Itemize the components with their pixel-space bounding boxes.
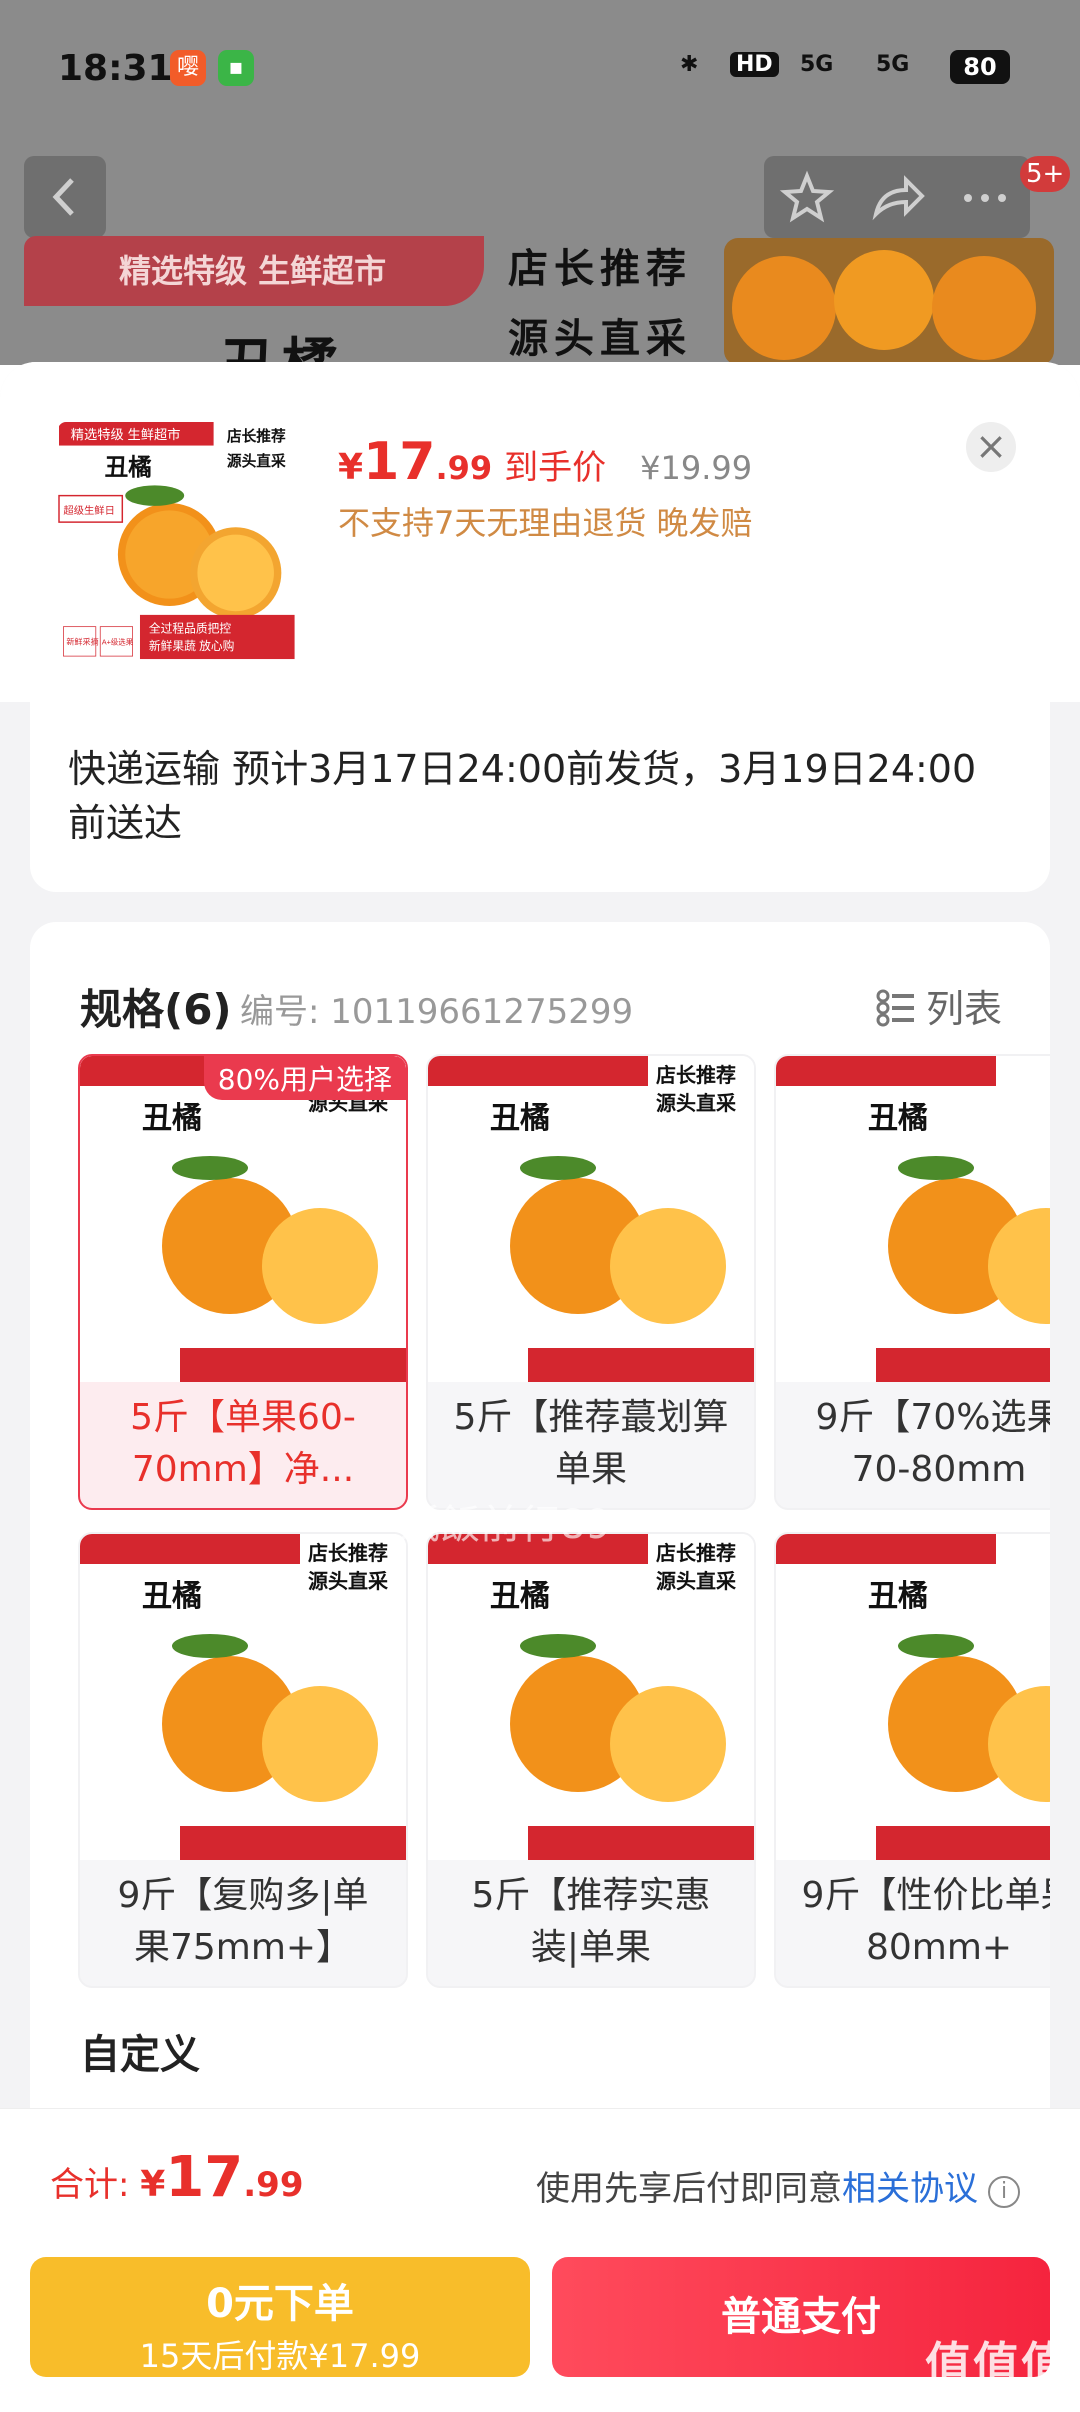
list-view-button[interactable]: 列表 — [876, 978, 1002, 1033]
agreement: 使用先享后付即同意相关协议 i — [536, 2161, 1020, 2210]
bg-product-image — [724, 238, 1054, 365]
list-label: 列表 — [925, 987, 1002, 1031]
spec-option-6[interactable]: 丑橘 9斤【性价比单果80mm+ — [774, 1532, 1050, 1988]
hd-icon: HD — [730, 52, 779, 77]
price-tag: 到手价 — [504, 448, 607, 488]
spec-option-label: 9斤【70%选果70-80mm — [815, 1397, 1050, 1490]
sku-sheet: 精选特级 生鲜超市 店长推荐 源头直采 丑橘 超级生鲜日 全过程品质把控 新鲜果… — [0, 362, 1080, 2412]
back-button[interactable] — [24, 156, 106, 238]
info-icon[interactable]: i — [988, 2176, 1020, 2208]
shipping-info: 快递运输 预计3月17日24:00前发货，3月19日24:00前送达 — [68, 747, 977, 845]
signal-5g-2-icon: 5G — [876, 52, 910, 77]
spec-option-image: 丑橘 — [776, 1534, 1050, 1860]
thumb-header: 精选特级 生鲜超市 — [71, 426, 181, 442]
close-button[interactable]: × — [966, 422, 1016, 472]
thumb-tag5: 新鲜采摘 — [66, 636, 98, 646]
spec-option-4[interactable]: 丑橘 店长推荐源头直采 9斤【复购多|单果75mm+】净... — [78, 1532, 408, 1988]
bg-line2: 源头直采 — [508, 316, 692, 362]
item-name: 丑橘 — [868, 1102, 928, 1135]
item-a: 店长推荐 — [656, 1063, 736, 1087]
item-b: 源头直采 — [656, 1569, 736, 1593]
thumb-tag2: 全过程品质把控 — [149, 622, 232, 636]
item-name: 丑橘 — [142, 1580, 202, 1613]
spec-option-image: 丑橘 源头直采 — [80, 1056, 406, 1382]
spec-option-label: 5斤【推荐蕞划算单果75mm+】... — [453, 1397, 729, 1490]
item-name: 丑橘 — [142, 1102, 202, 1135]
spec-option-label: 9斤【复购多|单果75mm+】净... — [117, 1875, 369, 1968]
agreement-link[interactable]: 相关协议 — [842, 2169, 978, 2209]
list-icon — [876, 989, 914, 1027]
item-a: 店长推荐 — [656, 1541, 736, 1565]
pay-later-subtitle: 15天后付款¥17.99 — [139, 2337, 421, 2375]
thumb-a: 店长推荐 — [227, 427, 286, 445]
original-price: ¥19.99 — [640, 449, 753, 487]
status-time: 18:31 — [58, 48, 173, 89]
more-icon[interactable] — [956, 168, 1014, 226]
thumb-name: 丑橘 — [105, 454, 153, 480]
spec-option-1[interactable]: 丑橘 源头直采 80%用户选择 5斤【单果60-70mm】净... — [78, 1054, 408, 1510]
thumb-b: 源头直采 — [227, 452, 286, 470]
battery-icon: 80 — [950, 50, 1010, 84]
product-thumbnail[interactable]: 精选特级 生鲜超市 店长推荐 源头直采 丑橘 超级生鲜日 全过程品质把控 新鲜果… — [58, 422, 300, 662]
item-b: 源头直采 — [656, 1091, 736, 1115]
orange-product-image: 精选特级 生鲜超市 店长推荐 源头直采 丑橘 超级生鲜日 全过程品质把控 新鲜果… — [58, 422, 299, 662]
return-policy: 不支持7天无理由退货 晚发赔 — [338, 504, 753, 542]
total-integer: 17 — [165, 2145, 244, 2210]
spec-option-image: 丑橘 店长推荐源头直采 — [428, 1056, 754, 1382]
thumb-tag3: 新鲜果蔬 放心购 — [149, 639, 235, 653]
sheet-header: 精选特级 生鲜超市 店长推荐 源头直采 丑橘 超级生鲜日 全过程品质把控 新鲜果… — [0, 362, 1080, 702]
spec-option-image: 丑橘 — [776, 1056, 1050, 1382]
item-b: 源头直采 — [308, 1569, 388, 1593]
bg-product-name: 丑橘 — [220, 320, 344, 365]
item-name: 丑橘 — [490, 1580, 550, 1613]
bg-line1: 店长推荐 — [508, 246, 692, 292]
item-name: 丑橘 — [868, 1580, 928, 1613]
total-price: 合计: ¥17.99 — [50, 2145, 304, 2210]
item-name: 丑橘 — [490, 1102, 550, 1135]
total-label: 合计: — [50, 2165, 141, 2205]
status-bar: 18:31 嘤 ▪ ✱ HD 5G 5G 80 — [0, 0, 1080, 140]
thumb-tag6: A+级选果 — [102, 637, 134, 646]
price-block: ¥17.99 到手价 ¥19.99 — [338, 432, 752, 492]
spec-option-label: 9斤【性价比单果80mm+ — [801, 1875, 1050, 1968]
background-page: 18:31 嘤 ▪ ✱ HD 5G 5G 80 5+ 精选特级 生鲜超市 店长推… — [0, 0, 1080, 365]
bottom-bar: 合计: ¥17.99 使用先享后付即同意相关协议 i 0元下单 15天后付款¥17… — [0, 2108, 1080, 2412]
chevron-left-icon — [52, 178, 74, 216]
spec-code: 编号: 10119661275299 — [240, 992, 634, 1032]
message-icon: ▪ — [218, 50, 254, 86]
spec-title: 规格(6) — [80, 985, 232, 1034]
shipping-card: 快递运输 预计3月17日24:00前发货，3月19日24:00前送达 — [30, 692, 1050, 892]
price-decimal: .99 — [435, 449, 493, 487]
star-icon[interactable] — [778, 168, 836, 226]
share-icon[interactable] — [868, 168, 926, 226]
spec-option-5[interactable]: 丑橘 店长推荐源头直采 5斤【推荐实惠装|单果80mm+】... — [426, 1532, 756, 1988]
bluetooth-icon: ✱ — [680, 52, 699, 77]
thumb-tag1: 超级生鲜日 — [63, 504, 114, 517]
custom-section-title: 自定义 — [80, 2032, 200, 2078]
spec-option-label: 5斤【单果60-70mm】净... — [130, 1397, 356, 1490]
overlay-watermark: 纸飯前行89 — [400, 1502, 611, 1548]
signal-5g-1-icon: 5G — [800, 52, 834, 77]
close-icon: × — [975, 424, 1007, 468]
total-decimal: .99 — [243, 2165, 304, 2205]
price-currency: ¥ — [338, 447, 364, 488]
top-action-group — [764, 156, 1030, 238]
bg-banner: 精选特级 生鲜超市 — [24, 236, 484, 306]
spec-option-image: 丑橘 店长推荐源头直采 — [80, 1534, 406, 1860]
item-a: 店长推荐 — [308, 1541, 388, 1565]
pay-later-title: 0元下单 — [206, 2281, 354, 2327]
spec-option-image: 丑橘 店长推荐源头直采 — [428, 1534, 754, 1860]
spec-option-2[interactable]: 丑橘 店长推荐源头直采 5斤【推荐蕞划算单果75mm+】... — [426, 1054, 756, 1510]
pay-later-button[interactable]: 0元下单 15天后付款¥17.99 — [30, 2257, 530, 2377]
popular-badge: 80%用户选择 — [203, 1056, 406, 1100]
app-icon: 嘤 — [170, 50, 206, 86]
price-integer: 17 — [363, 432, 436, 492]
total-currency: ¥ — [140, 2164, 166, 2205]
site-watermark-url: zhizhizhi.com — [930, 2378, 1066, 2402]
spec-option-label: 5斤【推荐实惠装|单果80mm+】... — [471, 1875, 711, 1968]
spec-option-3[interactable]: 丑橘 9斤【70%选果70-80mm — [774, 1054, 1050, 1510]
agree-text: 使用先享后付即同意 — [536, 2169, 842, 2209]
notification-badge: 5+ — [1020, 156, 1071, 192]
